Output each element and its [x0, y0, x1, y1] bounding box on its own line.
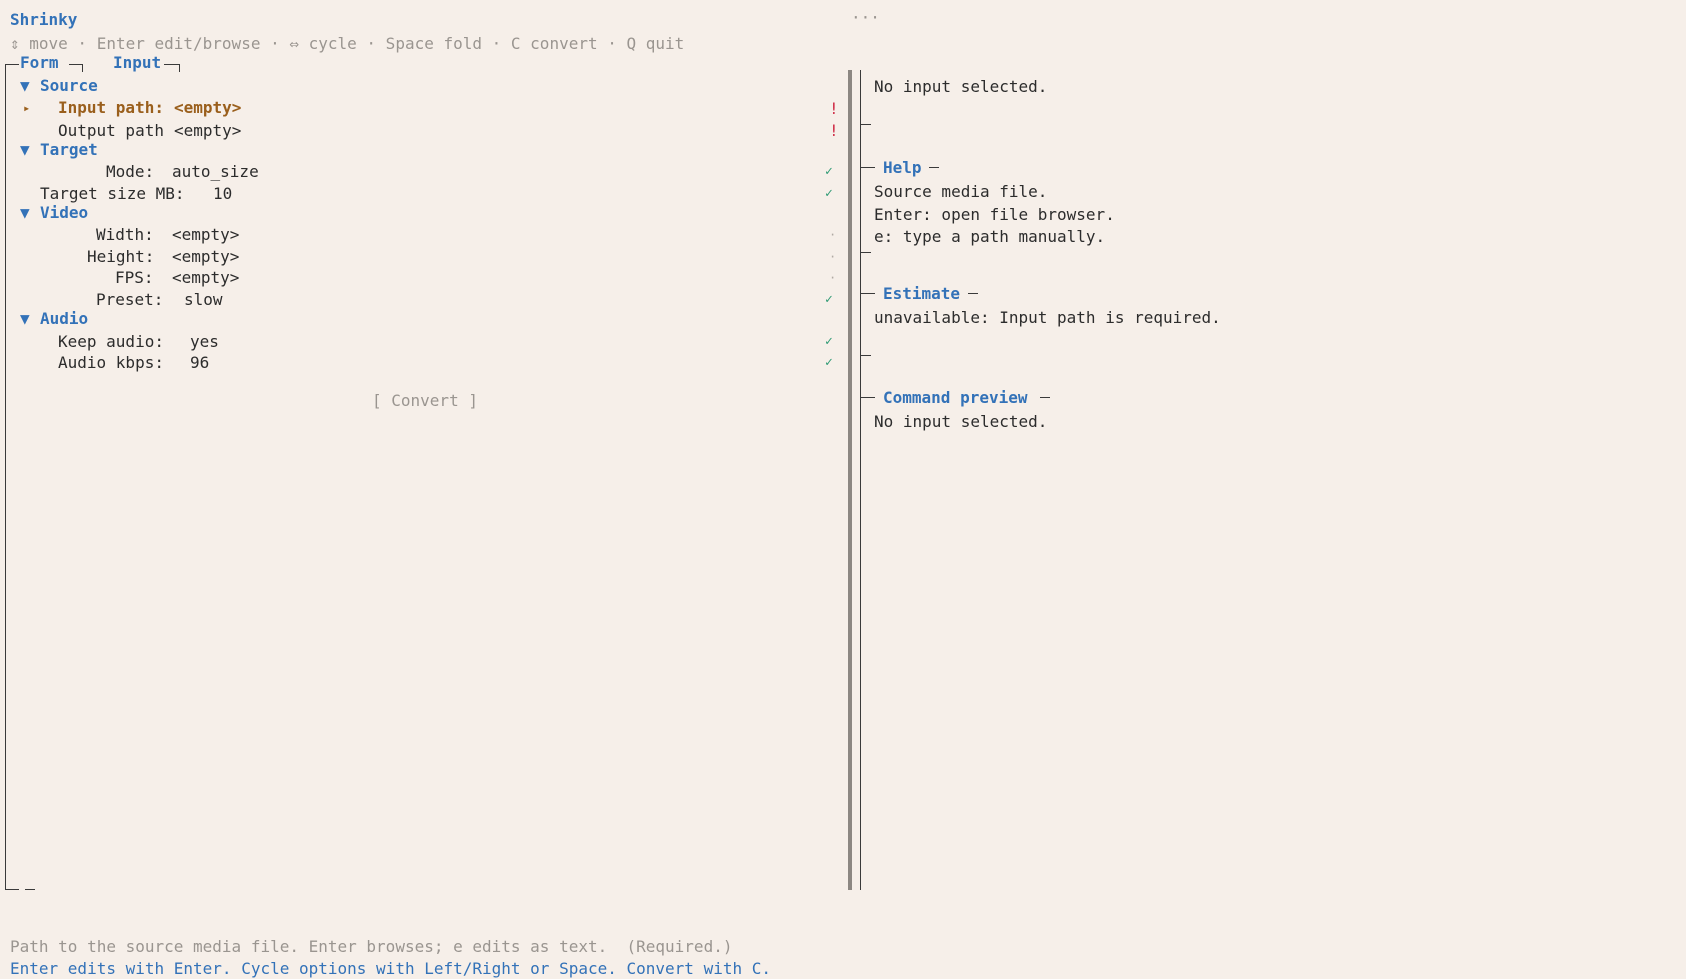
input-path-value[interactable]: <empty> [174, 98, 241, 118]
mode-label[interactable]: Mode: [106, 162, 154, 182]
target-size-value[interactable]: 10 [213, 184, 232, 204]
field-description: Path to the source media file. Enter bro… [10, 937, 733, 956]
estimate-corner [861, 355, 871, 356]
audio-kbps-ok-icon: ✓ [825, 355, 833, 370]
estimate-header-rule-left [861, 293, 875, 294]
more-icon[interactable]: ··· [851, 8, 880, 28]
help-line-3: e: type a path manually. [874, 227, 1106, 246]
output-path-label[interactable]: Output path [58, 121, 164, 141]
help-line-2: Enter: open file browser. [874, 205, 1115, 224]
selected-row-marker-icon: ▸ [23, 101, 31, 115]
estimate-text: unavailable: Input path is required. [874, 308, 1221, 327]
form-panel-border-bottom-tail [25, 889, 35, 890]
convert-button[interactable]: [ Convert ] [372, 391, 478, 411]
preset-label[interactable]: Preset: [96, 290, 163, 310]
video-collapse-icon[interactable]: ▼ [20, 203, 30, 223]
preset-value[interactable]: slow [184, 290, 223, 310]
estimate-title: Estimate [883, 284, 961, 303]
width-label[interactable]: Width: [96, 225, 154, 245]
form-panel-border-left [5, 64, 6, 890]
form-scrollbar[interactable] [848, 70, 852, 890]
tab-input-corner-h [164, 64, 180, 65]
section-source-title[interactable]: Source [40, 76, 98, 96]
input-info-text: No input selected. [874, 77, 1048, 96]
preset-ok-icon: ✓ [825, 292, 833, 307]
input-path-label[interactable]: Input path: [58, 98, 164, 118]
target-size-ok-icon: ✓ [825, 186, 833, 201]
fps-neutral-icon: · [829, 271, 837, 285]
form-panel-border-top [5, 64, 19, 65]
help-line-1: Source media file. [874, 182, 1048, 201]
tab-input-corner-v [179, 64, 180, 72]
help-corner [861, 252, 871, 253]
height-neutral-icon: · [829, 250, 837, 264]
help-header-rule-right [929, 167, 939, 168]
audio-collapse-icon[interactable]: ▼ [20, 309, 30, 329]
right-panel-divider [860, 70, 861, 890]
footer-hint: Enter edits with Enter. Cycle options wi… [10, 959, 771, 978]
command-preview-text: No input selected. [874, 412, 1048, 431]
mode-value[interactable]: auto_size [172, 162, 259, 182]
section-target-title[interactable]: Target [40, 140, 98, 160]
fps-value[interactable]: <empty> [172, 268, 239, 288]
tab-form[interactable]: Form [20, 53, 59, 73]
section-video-title[interactable]: Video [40, 203, 88, 223]
mode-ok-icon: ✓ [825, 164, 833, 179]
keep-audio-value[interactable]: yes [190, 332, 219, 352]
keep-audio-label[interactable]: Keep audio: [58, 332, 164, 352]
input-path-error-icon: ! [829, 99, 839, 118]
tab-input[interactable]: Input [113, 53, 161, 73]
keep-audio-ok-icon: ✓ [825, 334, 833, 349]
tab-form-corner-v [82, 64, 83, 72]
help-title: Help [883, 158, 922, 177]
source-collapse-icon[interactable]: ▼ [20, 76, 30, 96]
section-audio-title[interactable]: Audio [40, 309, 88, 329]
height-label[interactable]: Height: [87, 247, 154, 267]
help-header-rule-left [861, 167, 875, 168]
target-size-label[interactable]: Target size MB: [40, 184, 185, 204]
target-collapse-icon[interactable]: ▼ [20, 140, 30, 160]
command-header-rule-right [1040, 397, 1050, 398]
audio-kbps-label[interactable]: Audio kbps: [58, 353, 164, 373]
output-path-value[interactable]: <empty> [174, 121, 241, 141]
app-title: Shrinky [10, 10, 78, 29]
tab-form-corner-h [69, 64, 83, 65]
form-panel-border-bottom [5, 889, 19, 890]
width-neutral-icon: · [829, 228, 837, 242]
audio-kbps-value[interactable]: 96 [190, 353, 209, 373]
command-header-rule-left [861, 397, 875, 398]
width-value[interactable]: <empty> [172, 225, 239, 245]
command-preview-title: Command preview [883, 388, 1028, 407]
estimate-header-rule-right [968, 293, 978, 294]
fps-label[interactable]: FPS: [115, 268, 154, 288]
height-value[interactable]: <empty> [172, 247, 239, 267]
keyhints-bar: ⇕ move · Enter edit/browse · ⇔ cycle · S… [10, 34, 685, 53]
input-info-corner [861, 124, 871, 125]
output-path-error-icon: ! [829, 121, 839, 140]
